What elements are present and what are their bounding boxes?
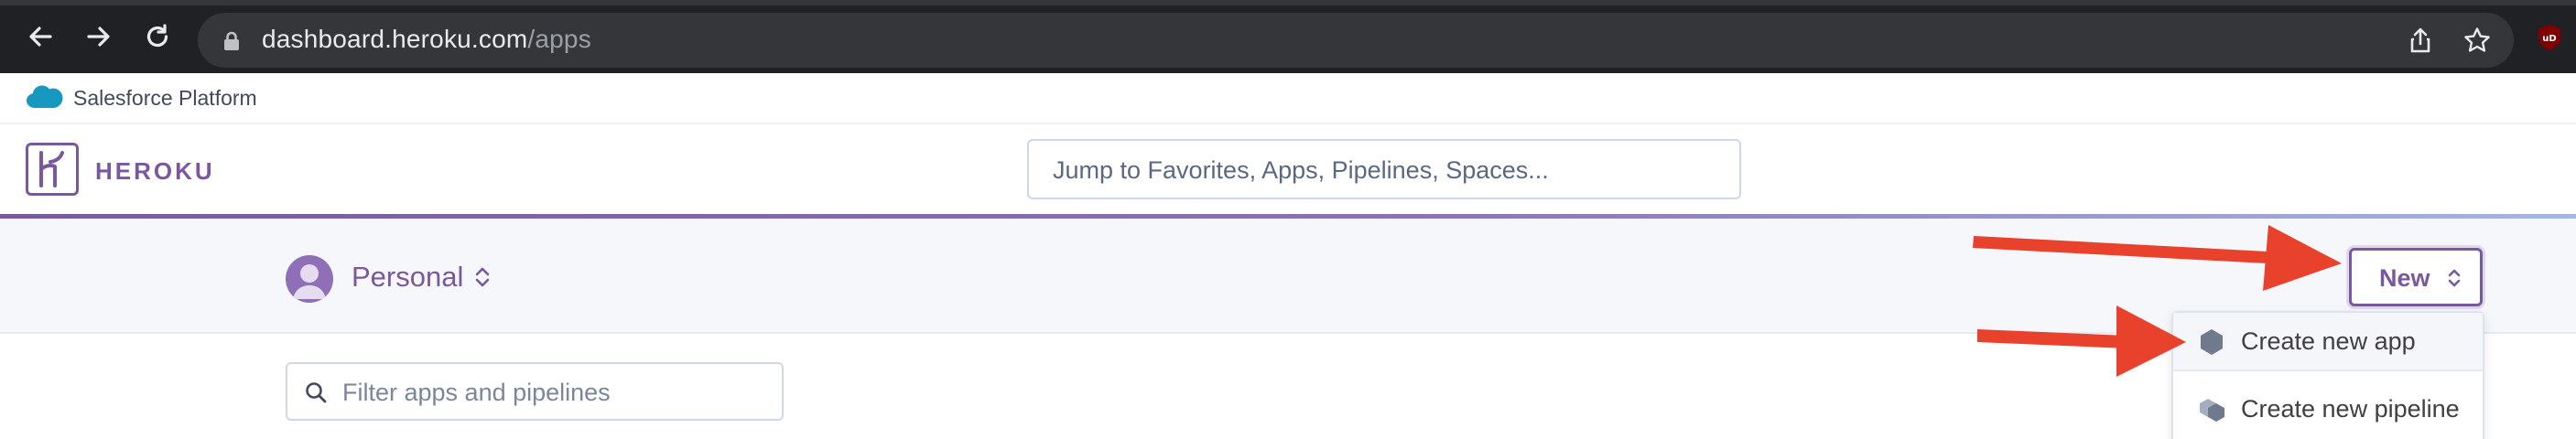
jump-search-placeholder: Jump to Favorites, Apps, Pipelines, Spac… <box>1053 156 1549 184</box>
hexagon-icon <box>2201 329 2223 355</box>
lock-icon <box>224 31 239 50</box>
forward-button[interactable] <box>81 18 117 55</box>
chevron-up-down-icon[interactable] <box>474 265 491 289</box>
ublock-label: uD <box>2542 34 2556 44</box>
reload-button[interactable] <box>139 18 176 55</box>
salesforce-platform-label: Salesforce Platform <box>73 86 257 110</box>
ublock-extension-icon[interactable]: uD <box>2536 24 2563 51</box>
reload-icon <box>146 24 168 48</box>
user-silhouette-icon <box>293 264 326 299</box>
create-new-pipeline-label: Create new pipeline <box>2241 395 2460 423</box>
new-button-label: New <box>2379 264 2430 292</box>
filter-apps-placeholder: Filter apps and pipelines <box>342 379 611 406</box>
arrow-left-icon <box>29 27 52 47</box>
star-icon[interactable] <box>2462 26 2492 55</box>
stacked-hexagons-icon <box>2200 399 2224 422</box>
heroku-k-icon <box>39 151 64 187</box>
back-button[interactable] <box>22 18 59 55</box>
arrow-right-icon <box>87 27 110 47</box>
new-dropdown-menu: Create new app Create new pipeline <box>2171 311 2484 439</box>
browser-toolbar: dashboard.heroku.com/apps uD <box>0 0 2576 73</box>
address-bar[interactable]: dashboard.heroku.com/apps <box>198 13 2514 68</box>
url-host: dashboard.heroku.com <box>262 25 528 53</box>
heroku-wordmark[interactable]: HEROKU <box>95 157 215 186</box>
salesforce-bar: Salesforce Platform <box>0 73 2576 124</box>
personal-avatar[interactable] <box>286 255 333 303</box>
new-button[interactable]: New <box>2349 248 2483 306</box>
team-switcher-label[interactable]: Personal <box>352 261 463 294</box>
create-new-pipeline-item[interactable]: Create new pipeline <box>2173 380 2483 439</box>
jump-search-input[interactable]: Jump to Favorites, Apps, Pipelines, Spac… <box>1027 139 1741 199</box>
salesforce-cloud-icon <box>27 85 63 108</box>
create-new-app-label: Create new app <box>2241 327 2416 355</box>
url-text: dashboard.heroku.com/apps <box>262 25 591 54</box>
share-icon[interactable] <box>2406 26 2435 55</box>
heroku-header: HEROKU Jump to Favorites, Apps, Pipeline… <box>0 124 2576 216</box>
search-icon <box>306 382 327 403</box>
tab-strip-edge <box>0 0 2576 5</box>
filter-apps-input[interactable]: Filter apps and pipelines <box>286 362 784 421</box>
heroku-logo[interactable] <box>26 143 79 196</box>
url-path: /apps <box>527 25 591 53</box>
create-new-app-item[interactable]: Create new app <box>2173 313 2483 371</box>
chevron-up-down-icon <box>2448 269 2461 287</box>
